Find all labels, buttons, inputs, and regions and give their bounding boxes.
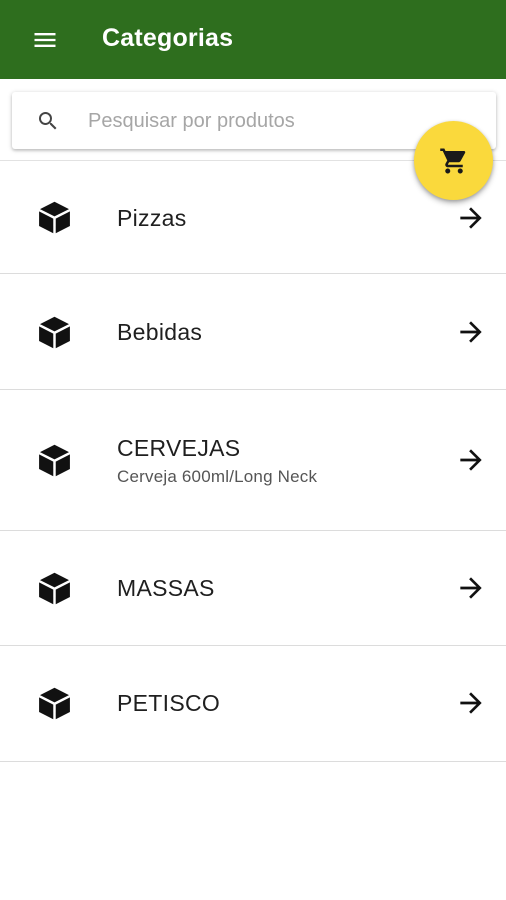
list-item[interactable]: MASSAS	[0, 531, 506, 646]
app-screen: Categorias Pizzas	[0, 0, 506, 900]
app-bar: Categorias	[0, 0, 506, 79]
category-title: Bebidas	[117, 319, 203, 345]
cart-icon	[439, 148, 465, 173]
category-title: MASSAS	[117, 575, 215, 601]
category-title: Pizzas	[117, 205, 187, 231]
page-title: Categorias	[102, 24, 234, 52]
arrow-right-icon	[460, 577, 482, 599]
package-icon	[39, 201, 70, 234]
category-list: Pizzas Bebidas CERVEJAS Cerveja 600ml/Lo…	[0, 160, 506, 762]
arrow-right-icon	[460, 449, 482, 471]
package-icon	[39, 316, 70, 349]
cart-button[interactable]	[414, 121, 493, 200]
package-icon	[39, 572, 70, 605]
category-title: CERVEJAS	[117, 435, 241, 461]
category-subtitle: Cerveja 600ml/Long Neck	[117, 467, 318, 486]
package-icon	[39, 444, 70, 477]
list-item[interactable]: Bebidas	[0, 274, 506, 390]
menu-icon	[34, 33, 56, 47]
menu-button[interactable]	[22, 22, 68, 58]
category-title: PETISCO	[117, 690, 221, 716]
list-item[interactable]: PETISCO	[0, 646, 506, 762]
arrow-right-icon	[460, 692, 482, 714]
package-icon	[39, 687, 70, 720]
arrow-right-icon	[460, 207, 482, 229]
list-item[interactable]: CERVEJAS Cerveja 600ml/Long Neck	[0, 390, 506, 531]
search-icon	[39, 112, 57, 130]
search-input[interactable]	[88, 104, 418, 138]
arrow-right-icon	[460, 321, 482, 343]
